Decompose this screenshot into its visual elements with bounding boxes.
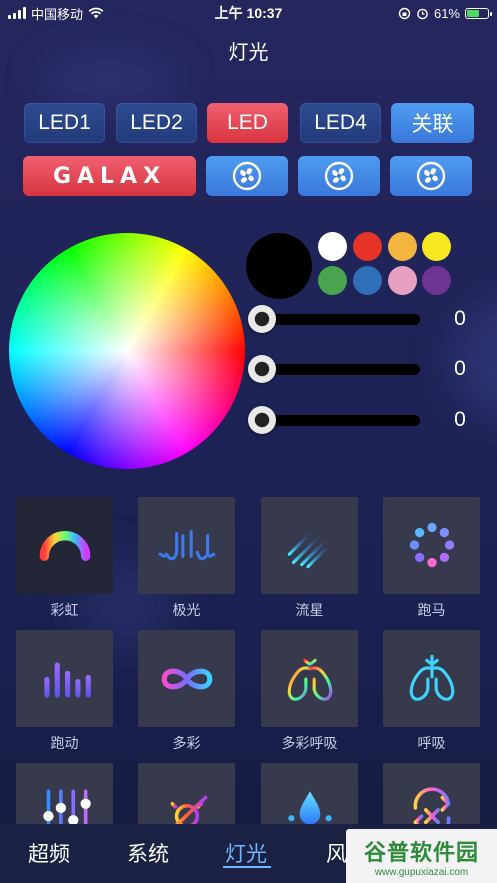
slider-value-1: 0 [454, 307, 466, 330]
colorful-breath-icon [287, 654, 332, 701]
effect-tile-8[interactable] [383, 630, 480, 727]
nav-tab-1[interactable]: 超频 [28, 838, 70, 868]
slider-track-1[interactable] [262, 314, 420, 325]
slider-thumb-3[interactable] [248, 406, 276, 434]
rainbow-icon [39, 530, 90, 561]
led-button-4[interactable]: LED4 [300, 103, 381, 143]
led-button-2[interactable]: LED2 [116, 103, 197, 143]
status-bar: 中国移动 上午 10:37 61% [0, 0, 497, 26]
effect-tile-7[interactable] [261, 630, 358, 727]
led-button-1[interactable]: LED1 [24, 103, 105, 143]
color-swatch-5[interactable] [318, 266, 347, 295]
effect-tile-1[interactable] [16, 497, 113, 594]
current-color-swatch [246, 233, 312, 299]
galax-logo: GALAX [52, 163, 167, 189]
color-swatch-2[interactable] [353, 232, 382, 261]
effect-label-3: 流星 [295, 602, 324, 618]
effect-label-1: 彩虹 [50, 602, 79, 618]
slider-track-3[interactable] [262, 415, 420, 426]
fan-button-3[interactable] [390, 156, 472, 196]
effect-label-6: 多彩 [172, 735, 201, 751]
fan-button-2[interactable] [298, 156, 380, 196]
fan-button-1[interactable] [206, 156, 288, 196]
alarm-icon [417, 8, 428, 19]
slider-value-3: 0 [454, 408, 466, 431]
effect-label-4: 跑马 [417, 602, 446, 618]
color-wheel[interactable] [9, 233, 245, 469]
carrier-name: 中国移动 [31, 6, 84, 22]
nav-tab-4[interactable]: 风 [326, 838, 347, 868]
effect-tile-5[interactable] [16, 630, 113, 727]
running-bars-icon [43, 661, 91, 698]
color-swatch-7[interactable] [388, 266, 417, 295]
effect-label-8: 呼吸 [417, 735, 446, 751]
effect-label-7: 多彩呼吸 [281, 735, 338, 751]
nav-tab-2[interactable]: 系统 [127, 838, 169, 868]
battery-percent: 61% [433, 5, 460, 21]
color-swatch-6[interactable] [353, 266, 382, 295]
led-button-3[interactable]: LED [207, 103, 288, 143]
effect-tile-3[interactable] [261, 497, 358, 594]
page-title: 灯光 [228, 42, 269, 64]
marquee-icon [409, 522, 454, 567]
nav-active-indicator [223, 866, 271, 868]
color-swatch-4[interactable] [422, 232, 451, 261]
breath-icon [409, 654, 454, 701]
slider-thumb-1[interactable] [248, 305, 276, 333]
fan-icon [324, 161, 354, 191]
meteor-icon [287, 531, 330, 568]
galax-device-button[interactable]: GALAX [23, 156, 196, 196]
slider-track-2[interactable] [262, 364, 420, 375]
aurora-icon [158, 529, 215, 560]
effect-label-2: 极光 [172, 602, 201, 618]
watermark-logo: 谷普软件园 www.gupuxiazai.com [346, 829, 497, 883]
slider-thumb-2[interactable] [248, 355, 276, 383]
status-time: 上午 10:37 [214, 5, 283, 21]
wifi-icon [88, 7, 104, 19]
nav-tab-3[interactable]: 灯光 [225, 838, 267, 868]
slider-value-2: 0 [454, 357, 466, 380]
battery-icon [465, 7, 492, 19]
orientation-lock-icon [398, 7, 411, 19]
fan-icon [232, 161, 262, 191]
effect-tile-6[interactable] [138, 630, 235, 727]
effect-label-5: 跑动 [50, 735, 79, 751]
effect-tile-4[interactable] [383, 497, 480, 594]
color-swatch-3[interactable] [388, 232, 417, 261]
fan-icon [416, 161, 446, 191]
color-swatch-1[interactable] [318, 232, 347, 261]
infinity-icon [161, 668, 212, 689]
color-swatch-8[interactable] [422, 266, 451, 295]
led-button-5[interactable]: 关联 [391, 103, 474, 143]
effect-tile-2[interactable] [138, 497, 235, 594]
signal-icon [8, 7, 26, 19]
